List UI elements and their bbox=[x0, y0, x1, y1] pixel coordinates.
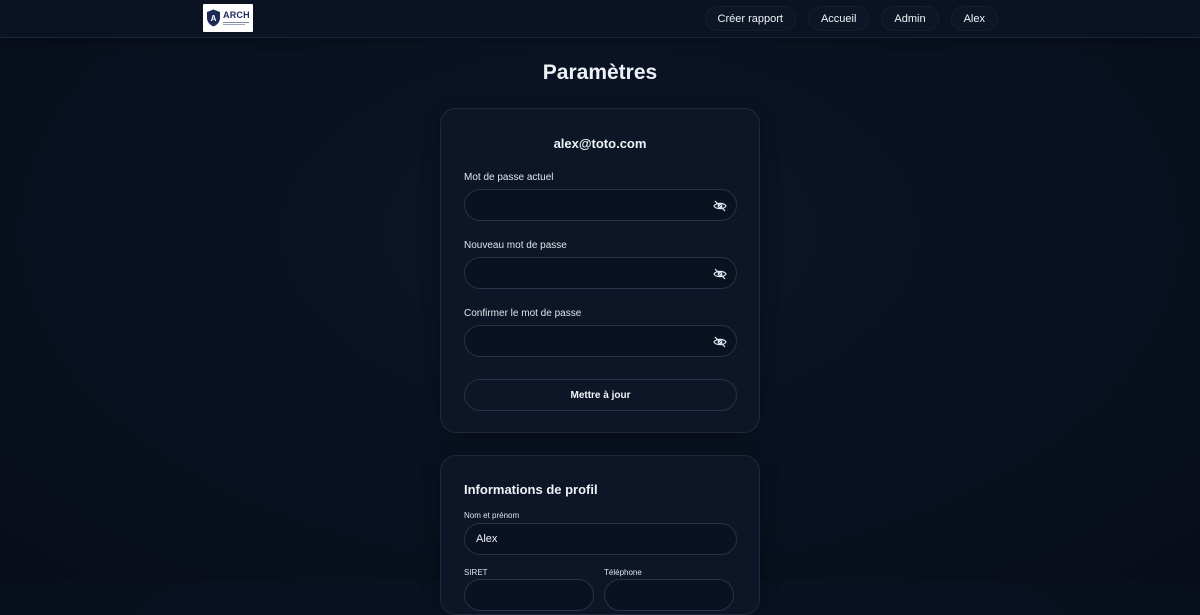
confirm-password-label: Confirmer le mot de passe bbox=[464, 308, 582, 319]
password-card: alex@toto.com Mot de passe actuel Nouvea… bbox=[440, 108, 760, 433]
current-password-label: Mot de passe actuel bbox=[464, 172, 554, 183]
nav-user-menu[interactable]: Alex bbox=[950, 6, 998, 31]
svg-text:A: A bbox=[211, 14, 217, 23]
phone-input[interactable] bbox=[604, 579, 734, 611]
logo-tagline-line bbox=[223, 22, 249, 23]
phone-label: Téléphone bbox=[604, 568, 642, 577]
profile-card: Informations de profil Nom et prénom Ale… bbox=[440, 455, 760, 615]
nav-admin[interactable]: Admin bbox=[881, 6, 939, 31]
new-password-label: Nouveau mot de passe bbox=[464, 240, 567, 251]
nav-create-report[interactable]: Créer rapport bbox=[704, 6, 796, 31]
nav-home[interactable]: Accueil bbox=[807, 6, 870, 31]
full-name-input[interactable]: Alex bbox=[464, 523, 737, 555]
update-password-button[interactable]: Mettre à jour bbox=[464, 379, 737, 411]
full-name-label: Nom et prénom bbox=[464, 511, 520, 520]
current-password-input[interactable] bbox=[464, 189, 737, 221]
new-password-input[interactable] bbox=[464, 257, 737, 289]
main-nav: Créer rapport Accueil Admin Alex bbox=[704, 6, 998, 31]
app-logo[interactable]: A ARCH bbox=[203, 4, 253, 32]
profile-section-title: Informations de profil bbox=[464, 482, 598, 497]
siret-input[interactable] bbox=[464, 579, 594, 611]
page-title: Paramètres bbox=[542, 61, 658, 84]
siret-label: SIRET bbox=[464, 568, 488, 577]
logo-tagline-line bbox=[223, 24, 245, 25]
shield-icon: A bbox=[206, 9, 221, 27]
logo-text: ARCH bbox=[223, 10, 250, 20]
confirm-password-input[interactable] bbox=[464, 325, 737, 357]
top-navigation-bar: A ARCH Créer rapport Accueil Admin Alex bbox=[0, 0, 1200, 38]
account-email: alex@toto.com bbox=[553, 136, 647, 151]
full-name-value: Alex bbox=[476, 533, 498, 545]
eye-off-icon[interactable] bbox=[713, 335, 727, 348]
eye-off-icon[interactable] bbox=[713, 267, 727, 280]
eye-off-icon[interactable] bbox=[713, 199, 727, 212]
